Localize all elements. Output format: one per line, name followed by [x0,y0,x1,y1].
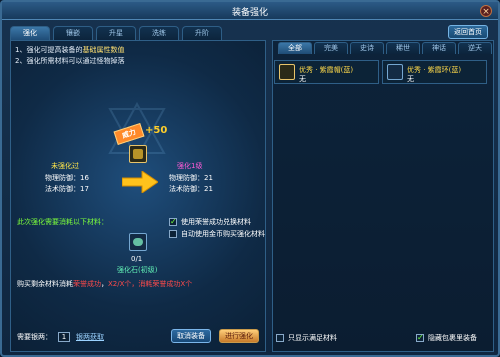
equipment-sub: 无 [407,75,414,83]
selected-equipment-slot[interactable] [129,145,147,163]
close-button[interactable]: × [480,5,492,17]
equipment-icon [133,149,143,159]
after-stat-magic: 法术防御：21 [169,185,213,193]
checkbox-use-honor[interactable] [169,217,177,226]
arrow-right-icon [122,171,158,193]
before-stat-magic: 法术防御：17 [45,185,89,193]
check-auto-buy[interactable]: 自动使用金币购买强化材料 [169,229,265,239]
after-title: 强化1级 [177,162,203,170]
silver-get-link[interactable]: 银两获取 [76,332,104,342]
equipment-sub: 无 [299,75,306,83]
silver-amount: 1 [58,332,70,342]
equipment-icon-ring [387,64,403,80]
equipment-filter-tabs: 全部 完美 史诗 稀世 神话 逆天 [278,42,492,54]
checkbox-auto-buy[interactable] [169,230,177,238]
filter-epic[interactable]: 史诗 [350,42,384,54]
stone-icon [133,238,143,246]
tab-enhance[interactable]: 强化 [10,26,50,40]
silver-row: 需要银两： 1 银两获取 [17,332,104,342]
stone-count: 0/1 [131,255,143,263]
checkbox-hide-bag[interactable] [416,333,424,342]
before-stat-physical: 物理防御：16 [45,174,89,182]
equipment-card-ring[interactable]: 优秀 · 紫霞环(蓝) 无 [382,60,487,84]
filter-all[interactable]: 全部 [278,42,312,54]
enhance-panel: 1、强化可提高装备的基础属性数值 2、强化所需材料可以通过怪物掉落 威力 +50… [10,40,266,352]
start-enhance-button[interactable]: 进行强化 [219,329,259,343]
tips: 1、强化可提高装备的基础属性数值 2、强化所需材料可以通过怪物掉落 [15,45,124,67]
power-plus: +50 [145,125,168,136]
equipment-list-panel [272,40,494,352]
enhance-stone-slot[interactable] [129,233,147,251]
tip-line-1: 1、强化可提高装备的基础属性数值 [15,46,125,54]
window-title: 装备强化 [231,8,268,18]
equipment-name: 优秀 · 紫霞环(蓝) [407,66,462,74]
top-tabs: 强化 镶嵌 升星 洗练 升阶 [10,26,222,40]
equipment-icon-hat [279,64,295,80]
filter-rare[interactable]: 稀世 [386,42,420,54]
equipment-name: 优秀 · 紫霞帽(蓝) [299,66,354,74]
tab-star[interactable]: 升星 [96,26,136,40]
equipment-enhance-window: 装备强化 × 强化 镶嵌 升星 洗练 升阶 返回首页 1、强化可提高装备的基础属… [0,0,500,357]
filter-hide-bag[interactable]: 隐藏包裹里装备 [416,333,477,343]
tab-upgrade[interactable]: 升阶 [182,26,222,40]
filter-perfect[interactable]: 完美 [314,42,348,54]
tip-line-2: 2、强化所需材料可以通过怪物掉落 [15,57,125,65]
home-button[interactable]: 返回首页 [448,25,488,39]
filter-meet-materials[interactable]: 只显示满足材料 [276,333,337,343]
check-use-honor[interactable]: 使用荣誉成功兑换材料 [169,217,251,227]
after-stat-physical: 物理防御：21 [169,174,213,182]
filter-legendary[interactable]: 逆天 [458,42,492,54]
tab-inlay[interactable]: 镶嵌 [53,26,93,40]
titlebar: 装备强化 × [2,2,498,20]
cancel-equipment-button[interactable]: 取消装备 [171,329,211,343]
filter-mythic[interactable]: 神话 [422,42,456,54]
equipment-card-hat[interactable]: 优秀 · 紫霞帽(蓝) 无 [274,60,379,84]
tab-refine[interactable]: 洗练 [139,26,179,40]
material-needed-text: 此次强化需要消耗以下材料： [17,218,108,226]
buy-remaining-text: 购买剩余材料消耗荣誉成功，X2/X个，消耗荣誉成功X个 [17,280,193,288]
checkbox-meet-materials[interactable] [276,334,284,342]
stone-name: 强化石(初级) [117,266,158,274]
before-title: 未强化过 [51,162,79,170]
